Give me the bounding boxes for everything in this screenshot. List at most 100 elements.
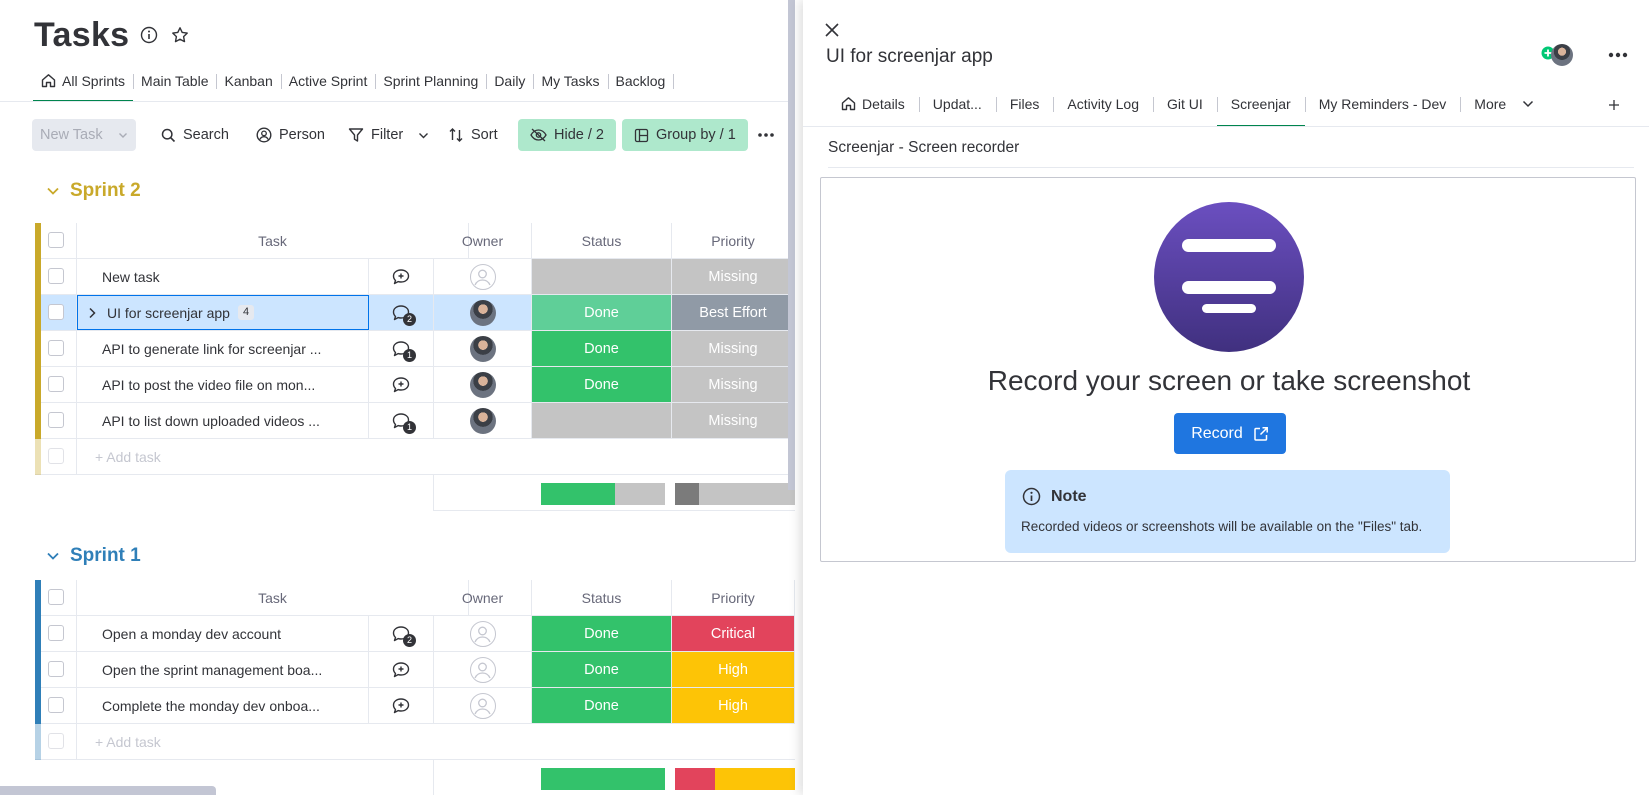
- updates-cell[interactable]: [369, 367, 434, 402]
- person-filter-button[interactable]: Person: [256, 119, 325, 151]
- status-cell[interactable]: Done: [532, 367, 672, 402]
- avatar[interactable]: [469, 299, 496, 326]
- table-row[interactable]: API to post the video file on mon... Done…: [35, 367, 795, 403]
- row-checkbox[interactable]: [48, 697, 64, 713]
- avatar[interactable]: [1551, 44, 1573, 66]
- priority-cell[interactable]: High: [672, 688, 795, 723]
- task-name-cell[interactable]: API to post the video file on mon...: [77, 367, 369, 402]
- item-title[interactable]: UI for screenjar app: [826, 46, 993, 68]
- sort-button[interactable]: Sort: [448, 119, 498, 151]
- status-cell[interactable]: Done: [532, 688, 672, 723]
- chevron-down-icon[interactable]: [46, 549, 60, 563]
- priority-cell[interactable]: High: [672, 652, 795, 687]
- avatar[interactable]: [469, 335, 496, 362]
- table-row[interactable]: UI for screenjar app 4 2 Done Best Effort: [35, 295, 795, 331]
- row-checkbox[interactable]: [48, 304, 64, 320]
- more-options-icon[interactable]: [757, 119, 775, 151]
- table-row[interactable]: API to list down uploaded videos ... 1 Mis…: [35, 403, 795, 439]
- status-cell[interactable]: Done: [532, 331, 672, 366]
- priority-summary-bar[interactable]: [675, 768, 795, 790]
- empty-avatar-icon[interactable]: [469, 620, 496, 647]
- column-header-task[interactable]: Task: [77, 580, 469, 615]
- updates-icon[interactable]: 2: [391, 304, 416, 326]
- priority-cell[interactable]: Missing: [672, 403, 795, 438]
- tab-details[interactable]: Details: [829, 95, 919, 127]
- add-update-icon[interactable]: [391, 376, 411, 394]
- updates-cell[interactable]: 2: [369, 616, 434, 651]
- updates-icon[interactable]: 2: [391, 625, 416, 647]
- status-cell[interactable]: Done: [532, 616, 672, 651]
- view-tab-main-table[interactable]: Main Table: [133, 72, 216, 102]
- task-name-cell[interactable]: Open the sprint management boa...: [77, 652, 369, 687]
- column-header-status[interactable]: Status: [532, 223, 672, 258]
- view-tab-daily[interactable]: Daily: [486, 72, 533, 102]
- owner-cell[interactable]: [434, 259, 532, 294]
- tab-my-reminders[interactable]: My Reminders - Dev: [1304, 95, 1461, 127]
- hide-columns-button[interactable]: Hide / 2: [518, 119, 616, 151]
- add-task-input[interactable]: + Add task: [77, 724, 795, 759]
- task-name-cell[interactable]: Open a monday dev account: [77, 616, 369, 651]
- filter-button[interactable]: Filter: [348, 119, 429, 151]
- updates-cell[interactable]: 1: [369, 331, 434, 366]
- row-checkbox[interactable]: [48, 412, 64, 428]
- view-tab-overflow[interactable]: [673, 72, 689, 102]
- record-button[interactable]: Record: [1174, 413, 1286, 454]
- table-row[interactable]: Complete the monday dev onboa... Done High: [35, 688, 795, 724]
- chevron-down-icon[interactable]: [46, 184, 60, 198]
- task-name-cell[interactable]: New task: [77, 259, 369, 294]
- add-tab-icon[interactable]: [1608, 99, 1620, 111]
- row-checkbox[interactable]: [48, 340, 64, 356]
- empty-avatar-icon[interactable]: [469, 656, 496, 683]
- updates-icon[interactable]: 1: [391, 412, 416, 434]
- status-cell[interactable]: [532, 259, 672, 294]
- vertical-scrollbar[interactable]: [788, 0, 795, 490]
- view-tab-sprint-planning[interactable]: Sprint Planning: [375, 72, 486, 102]
- info-icon[interactable]: [140, 26, 158, 44]
- updates-icon[interactable]: 1: [391, 340, 416, 362]
- tab-git-ui[interactable]: Git UI: [1152, 95, 1217, 127]
- table-row[interactable]: Open the sprint management boa... Done Hig…: [35, 652, 795, 688]
- group-by-button[interactable]: Group by / 1: [622, 119, 748, 151]
- status-summary-bar[interactable]: [541, 768, 665, 790]
- row-checkbox[interactable]: [48, 376, 64, 392]
- updates-cell[interactable]: [369, 652, 434, 687]
- subitems-count[interactable]: 4: [237, 305, 255, 320]
- new-task-button[interactable]: New Task: [32, 119, 136, 151]
- more-options-icon[interactable]: [1608, 52, 1628, 58]
- status-cell[interactable]: [532, 403, 672, 438]
- owner-cell[interactable]: [434, 367, 532, 402]
- view-tab-active-sprint[interactable]: Active Sprint: [280, 72, 376, 102]
- add-update-icon[interactable]: [391, 697, 411, 715]
- row-checkbox[interactable]: [48, 625, 64, 641]
- task-name-cell[interactable]: UI for screenjar app 4: [77, 295, 369, 330]
- priority-cell[interactable]: Critical: [672, 616, 795, 651]
- priority-cell[interactable]: Missing: [672, 259, 795, 294]
- updates-cell[interactable]: 1: [369, 403, 434, 438]
- task-name-cell[interactable]: API to list down uploaded videos ...: [77, 403, 369, 438]
- priority-cell[interactable]: Missing: [672, 331, 795, 366]
- add-task-row[interactable]: + Add task: [35, 724, 795, 760]
- tab-files[interactable]: Files: [995, 95, 1054, 127]
- priority-cell[interactable]: Missing: [672, 367, 795, 402]
- chevron-right-icon[interactable]: [87, 307, 97, 319]
- tab-more[interactable]: More: [1460, 95, 1546, 127]
- row-checkbox[interactable]: [48, 268, 64, 284]
- view-tab-backlog[interactable]: Backlog: [607, 72, 674, 102]
- owner-cell[interactable]: [434, 616, 532, 651]
- select-all-checkbox[interactable]: [48, 232, 64, 248]
- updates-cell[interactable]: 2: [369, 295, 434, 330]
- group-header[interactable]: Sprint 1: [46, 545, 141, 567]
- select-all-checkbox[interactable]: [48, 589, 64, 605]
- avatar[interactable]: [469, 407, 496, 434]
- priority-summary-bar[interactable]: [675, 483, 795, 505]
- column-header-task[interactable]: Task: [77, 223, 469, 258]
- owner-cell[interactable]: [434, 295, 532, 330]
- owner-cell[interactable]: [434, 652, 532, 687]
- status-summary-bar[interactable]: [541, 483, 665, 505]
- tab-activity-log[interactable]: Activity Log: [1053, 95, 1153, 127]
- chevron-down-icon[interactable]: [118, 130, 128, 140]
- tab-updates[interactable]: Updat...: [918, 95, 996, 127]
- add-update-icon[interactable]: [391, 268, 411, 286]
- updates-cell[interactable]: [369, 259, 434, 294]
- status-cell[interactable]: Done: [532, 652, 672, 687]
